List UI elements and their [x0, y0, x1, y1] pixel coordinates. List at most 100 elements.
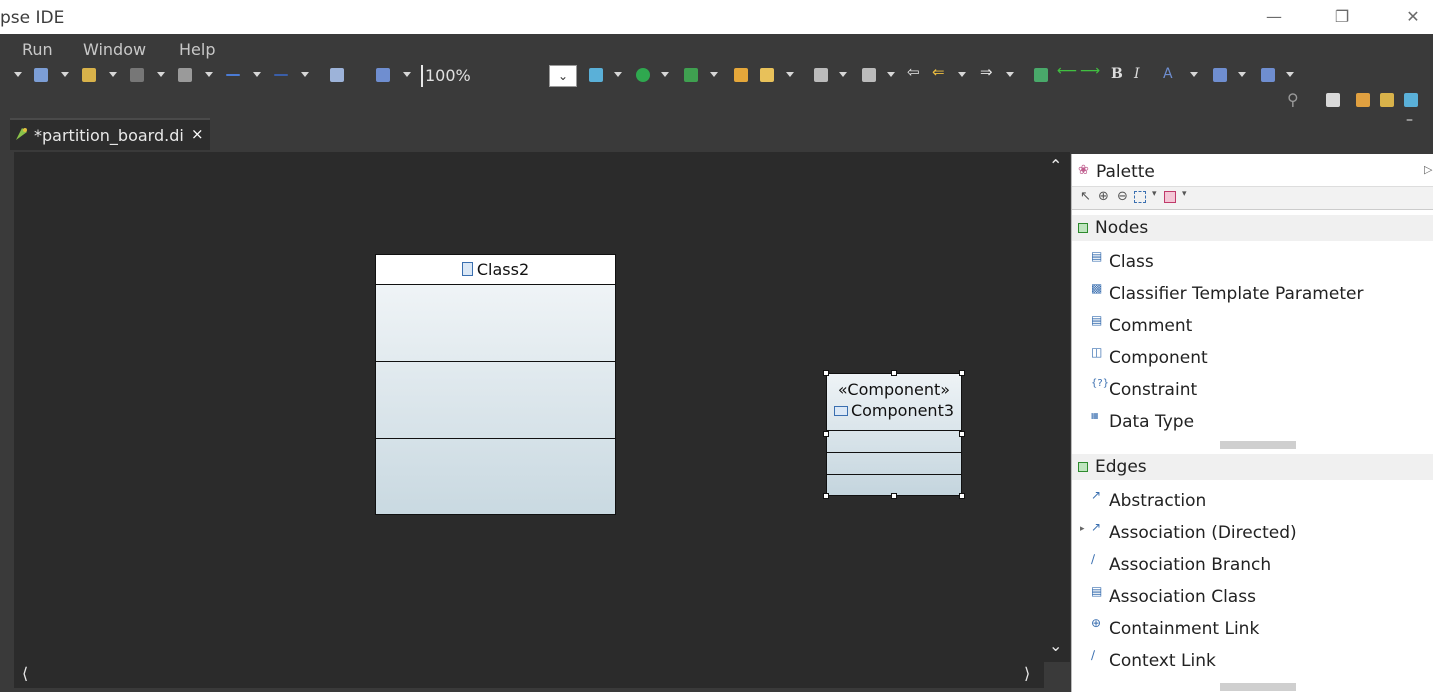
palette-item-association-directed[interactable]: ▸ ↗ Association (Directed) — [1072, 518, 1433, 546]
collapse-palette-icon[interactable]: ▷ — [1424, 163, 1432, 176]
run-icon[interactable] — [636, 68, 650, 82]
dropdown-arrow-icon[interactable] — [301, 72, 309, 77]
dropdown-arrow-icon[interactable] — [1238, 72, 1246, 77]
scroll-down-icon[interactable]: ⌄ — [1049, 636, 1062, 655]
component-compartment[interactable] — [827, 474, 961, 495]
zoom-in-icon[interactable]: ⊕ — [1098, 189, 1109, 204]
dropdown-arrow-icon[interactable] — [1006, 72, 1014, 77]
zoom-out-icon[interactable]: ⊖ — [1117, 189, 1128, 204]
fit-icon[interactable] — [330, 68, 344, 82]
last-edit-icon[interactable]: ⇦ — [907, 63, 920, 81]
perspective-icon[interactable] — [1356, 93, 1370, 107]
close-window-icon[interactable]: ✕ — [1391, 4, 1433, 30]
next-annotation-icon[interactable] — [862, 68, 876, 82]
palette-scroll-down[interactable] — [1220, 683, 1296, 691]
resize-handle[interactable] — [959, 493, 965, 499]
align-icon[interactable] — [130, 68, 144, 82]
line-width-icon[interactable] — [274, 74, 288, 76]
diagram-canvas[interactable]: Class2 «Component» Component3 — [14, 152, 1044, 662]
dropdown-arrow-icon[interactable] — [661, 72, 669, 77]
italic-icon[interactable]: I — [1134, 66, 1140, 82]
component-node-component3[interactable]: «Component» Component3 — [826, 373, 962, 496]
palette-section-edges[interactable]: Edges — [1072, 454, 1433, 480]
palette-item-context-link[interactable]: ∕ Context Link — [1072, 646, 1433, 674]
line-style-icon[interactable] — [226, 74, 240, 76]
resize-handle[interactable] — [823, 370, 829, 376]
font-color-icon[interactable]: A — [1163, 66, 1173, 82]
line-color-icon[interactable] — [1261, 68, 1275, 82]
close-tab-icon[interactable]: × — [191, 125, 204, 143]
open-folder-icon[interactable] — [734, 68, 748, 82]
palette-item-association-branch[interactable]: ∕ Association Branch — [1072, 550, 1433, 578]
expand-arrow-icon[interactable]: ▸ — [1080, 524, 1085, 534]
bold-icon[interactable]: B — [1111, 66, 1123, 82]
dropdown-arrow-icon[interactable]: ▾ — [1182, 189, 1187, 199]
menu-window[interactable]: Window — [83, 40, 146, 59]
resize-handle[interactable] — [891, 370, 897, 376]
perspective-icon[interactable] — [1380, 93, 1394, 107]
forward-icon[interactable]: ⇒ — [980, 63, 993, 81]
dropdown-arrow-icon[interactable] — [61, 72, 69, 77]
palette-item-constraint[interactable]: {?} Constraint — [1072, 375, 1433, 403]
minimize-icon[interactable]: — — [1252, 4, 1296, 30]
arrow-left-icon[interactable]: ⟵ — [1057, 63, 1077, 79]
dropdown-arrow-icon[interactable] — [614, 72, 622, 77]
palette-scroll-down[interactable] — [1220, 441, 1296, 449]
tab-partition-board[interactable]: *partition_board.di × — [10, 118, 210, 150]
dropdown-arrow-icon[interactable]: ▾ — [1152, 189, 1157, 199]
dropdown-arrow-icon[interactable] — [1286, 72, 1294, 77]
restore-icon[interactable]: ❐ — [1320, 4, 1364, 30]
palette-filter-icon[interactable] — [1164, 191, 1176, 203]
vertical-scrollbar[interactable]: ⌃ ⌄ — [1044, 152, 1070, 662]
palette-item-component[interactable]: ◫ Component — [1072, 343, 1433, 371]
palette-item-association-class[interactable]: ▤ Association Class — [1072, 582, 1433, 610]
dropdown-arrow-icon[interactable] — [958, 72, 966, 77]
operations-compartment[interactable] — [376, 362, 615, 439]
back-icon[interactable]: ⇐ — [932, 63, 945, 81]
scroll-up-icon[interactable]: ⌃ — [1049, 156, 1062, 175]
resize-handle[interactable] — [823, 431, 829, 437]
scroll-left-icon[interactable]: ⟨ — [22, 664, 28, 683]
class-name[interactable]: Class2 — [477, 260, 529, 279]
arrange-icon[interactable] — [82, 68, 96, 82]
scroll-right-icon[interactable]: ⟩ — [1024, 664, 1030, 683]
horizontal-scrollbar[interactable]: ⟨ ⟩ — [14, 662, 1044, 688]
dropdown-arrow-icon[interactable] — [1190, 72, 1198, 77]
palette-item-class[interactable]: ▤ Class — [1072, 247, 1433, 275]
chevron-down-icon[interactable]: ⌄ — [549, 65, 577, 87]
dropdown-arrow-icon[interactable] — [14, 72, 22, 77]
external-tools-icon[interactable] — [684, 68, 698, 82]
resize-handle[interactable] — [959, 431, 965, 437]
marquee-icon[interactable] — [1134, 191, 1146, 203]
dropdown-arrow-icon[interactable] — [205, 72, 213, 77]
attributes-compartment[interactable] — [376, 285, 615, 362]
palette-item-containment-link[interactable]: ⊕ Containment Link — [1072, 614, 1433, 642]
fill-color-icon[interactable] — [1213, 68, 1227, 82]
select-icon[interactable] — [178, 68, 192, 82]
brush-icon[interactable] — [760, 68, 774, 82]
resize-handle[interactable] — [959, 370, 965, 376]
palette-item-comment[interactable]: ▤ Comment — [1072, 311, 1433, 339]
dropdown-arrow-icon[interactable] — [403, 72, 411, 77]
menu-run[interactable]: Run — [22, 40, 53, 59]
dropdown-arrow-icon[interactable] — [887, 72, 895, 77]
component-compartment[interactable] — [827, 430, 961, 452]
new-window-icon[interactable] — [1034, 68, 1048, 82]
zoom-select-icon[interactable] — [376, 68, 390, 82]
resize-handle[interactable] — [823, 493, 829, 499]
annotation-icon[interactable] — [814, 68, 828, 82]
component-compartment[interactable] — [827, 452, 961, 474]
nested-classifiers-compartment[interactable] — [376, 439, 615, 516]
dropdown-arrow-icon[interactable] — [157, 72, 165, 77]
perspective-icon[interactable] — [1404, 93, 1418, 107]
zoom-input[interactable]: 100% — [421, 65, 551, 87]
pointer-icon[interactable]: ↖ — [1080, 189, 1091, 204]
layout-icon[interactable] — [34, 68, 48, 82]
palette-section-nodes[interactable]: Nodes — [1072, 215, 1433, 241]
dropdown-arrow-icon[interactable] — [109, 72, 117, 77]
dropdown-arrow-icon[interactable] — [253, 72, 261, 77]
resize-handle[interactable] — [891, 493, 897, 499]
dropdown-arrow-icon[interactable] — [710, 72, 718, 77]
dropdown-arrow-icon[interactable] — [786, 72, 794, 77]
arrow-right-icon[interactable]: ⟶ — [1080, 63, 1100, 79]
